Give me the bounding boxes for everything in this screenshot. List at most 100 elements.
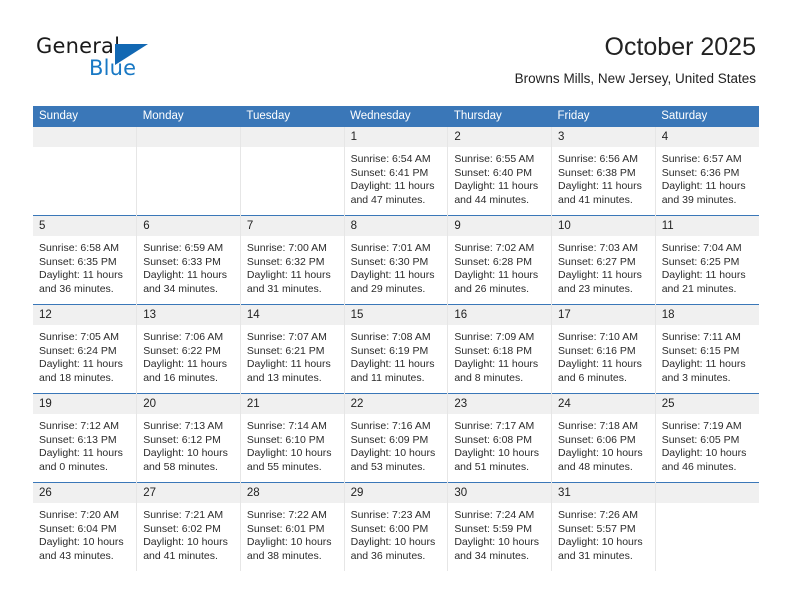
calendar-cell: 26 Sunrise: 7:20 AM Sunset: 6:04 PM Dayligh… [33, 482, 138, 571]
calendar-cell: 11 Sunrise: 7:04 AM Sunset: 6:25 PM Dayligh… [655, 215, 759, 305]
daylight-text: Daylight: 11 hours [246, 269, 331, 282]
calendar-day-28[interactable]: 28 Sunrise: 7:22 AM Sunset: 6:01 PM Dayligh… [240, 483, 344, 571]
day-details: Sunrise: 7:18 AM Sunset: 6:06 PM Daylight:… [552, 414, 655, 474]
daylight-text: and 18 minutes. [39, 371, 114, 384]
sunset-text: Sunset: 6:33 PM [143, 255, 221, 268]
daylight-text: and 39 minutes. [661, 193, 737, 206]
calendar-day-21[interactable]: 21 Sunrise: 7:14 AM Sunset: 6:10 PM Dayligh… [240, 394, 344, 482]
daylight-text: Daylight: 11 hours [558, 358, 642, 371]
calendar-day-20[interactable]: 20 Sunrise: 7:13 AM Sunset: 6:12 PM Dayligh… [137, 394, 240, 482]
sunrise-sunset-calendar: Sunday Monday Tuesday Wednesday Thursday Frid… [33, 106, 759, 571]
day-details: Sunrise: 6:59 AM Sunset: 6:33 PM Daylight:… [137, 236, 240, 296]
daylight-text: Daylight: 11 hours [39, 447, 123, 460]
sunrise-text: Sunrise: 6:55 AM [454, 153, 535, 165]
day-number: 29 [344, 483, 448, 503]
calendar-day-22[interactable]: 22 Sunrise: 7:16 AM Sunset: 6:09 PM Dayligh… [344, 394, 448, 482]
sunset-text: Sunset: 6:28 PM [454, 255, 532, 268]
day-number [240, 127, 344, 147]
daylight-text: Daylight: 10 hours [558, 536, 643, 549]
day-number: 9 [448, 216, 552, 236]
day-details: Sunrise: 7:24 AM Sunset: 5:59 PM Daylight:… [448, 503, 551, 563]
sunrise-text: Sunrise: 7:06 AM [143, 331, 224, 343]
daylight-text: Daylight: 11 hours [350, 358, 435, 371]
calendar-cell: 30 Sunrise: 7:24 AM Sunset: 5:59 PM Dayligh… [447, 482, 553, 571]
calendar-day-30[interactable]: 30 Sunrise: 7:24 AM Sunset: 5:59 PM Dayligh… [448, 483, 552, 571]
sunset-text: Sunset: 6:19 PM [350, 344, 429, 357]
day-details: Sunrise: 7:22 AM Sunset: 6:01 PM Daylight:… [241, 503, 344, 563]
daylight-text: Daylight: 10 hours [558, 447, 643, 460]
calendar-day-3[interactable]: 3 Sunrise: 6:56 AM Sunset: 6:38 PM Daylight… [552, 127, 655, 215]
calendar-day-11[interactable]: 11 Sunrise: 7:04 AM Sunset: 6:25 PM Dayligh… [655, 216, 759, 304]
sunrise-text: Sunrise: 7:20 AM [39, 509, 119, 521]
calendar-day-10[interactable]: 10 Sunrise: 7:03 AM Sunset: 6:27 PM Dayligh… [552, 216, 655, 304]
calendar-cell: 16 Sunrise: 7:09 AM Sunset: 6:18 PM Dayligh… [447, 304, 553, 394]
daylight-text: Daylight: 11 hours [454, 180, 539, 193]
calendar-day-31[interactable]: 31 Sunrise: 7:26 AM Sunset: 5:57 PM Dayligh… [552, 483, 655, 571]
calendar-day-19[interactable]: 19 Sunrise: 7:12 AM Sunset: 6:13 PM Dayligh… [33, 394, 137, 482]
calendar-day-26[interactable]: 26 Sunrise: 7:20 AM Sunset: 6:04 PM Dayligh… [33, 483, 137, 571]
calendar-cell [33, 127, 138, 216]
calendar-week-row: 12 Sunrise: 7:05 AM Sunset: 6:24 PM Dayligh… [33, 304, 759, 394]
day-details: Sunrise: 7:17 AM Sunset: 6:08 PM Daylight:… [448, 414, 551, 474]
daylight-text: and 53 minutes. [350, 460, 426, 473]
calendar-day-9[interactable]: 9 Sunrise: 7:02 AM Sunset: 6:28 PM Daylight… [448, 216, 552, 304]
sunset-text: Sunset: 6:08 PM [454, 433, 532, 446]
calendar-cell: 9 Sunrise: 7:02 AM Sunset: 6:28 PM Daylight… [447, 215, 553, 305]
day-details: Sunrise: 7:11 AM Sunset: 6:15 PM Daylight:… [656, 325, 759, 385]
calendar-day-empty [137, 127, 240, 215]
calendar-day-24[interactable]: 24 Sunrise: 7:18 AM Sunset: 6:06 PM Dayligh… [552, 394, 655, 482]
calendar-day-17[interactable]: 17 Sunrise: 7:10 AM Sunset: 6:16 PM Dayligh… [552, 305, 655, 393]
day-details: Sunrise: 7:08 AM Sunset: 6:19 PM Daylight:… [345, 325, 448, 385]
calendar-day-15[interactable]: 15 Sunrise: 7:08 AM Sunset: 6:19 PM Dayligh… [344, 305, 448, 393]
day-number: 4 [655, 127, 759, 147]
sunrise-text: Sunrise: 7:01 AM [350, 242, 431, 254]
calendar-day-5[interactable]: 5 Sunrise: 6:58 AM Sunset: 6:35 PM Daylight… [33, 216, 137, 304]
daylight-text: Daylight: 11 hours [143, 358, 228, 371]
day-number: 16 [448, 305, 552, 325]
sunrise-text: Sunrise: 7:07 AM [246, 331, 327, 343]
calendar-day-6[interactable]: 6 Sunrise: 6:59 AM Sunset: 6:33 PM Daylight… [137, 216, 240, 304]
sunset-text: Sunset: 6:21 PM [246, 344, 325, 357]
calendar-day-29[interactable]: 29 Sunrise: 7:23 AM Sunset: 6:00 PM Dayligh… [344, 483, 448, 571]
sunrise-text: Sunrise: 7:16 AM [350, 420, 431, 432]
calendar-day-1[interactable]: 1 Sunrise: 6:54 AM Sunset: 6:41 PM Daylight… [344, 127, 448, 215]
sunrise-text: Sunrise: 7:18 AM [558, 420, 638, 432]
calendar-day-12[interactable]: 12 Sunrise: 7:05 AM Sunset: 6:24 PM Dayligh… [33, 305, 137, 393]
calendar-cell: 10 Sunrise: 7:03 AM Sunset: 6:27 PM Dayligh… [551, 215, 656, 305]
calendar-day-13[interactable]: 13 Sunrise: 7:06 AM Sunset: 6:22 PM Dayligh… [137, 305, 240, 393]
sunset-text: Sunset: 6:35 PM [39, 255, 117, 268]
calendar-day-7[interactable]: 7 Sunrise: 7:00 AM Sunset: 6:32 PM Daylight… [240, 216, 344, 304]
calendar-day-18[interactable]: 18 Sunrise: 7:11 AM Sunset: 6:15 PM Dayligh… [655, 305, 759, 393]
calendar-cell: 15 Sunrise: 7:08 AM Sunset: 6:19 PM Dayligh… [344, 304, 449, 394]
calendar-cell: 20 Sunrise: 7:13 AM Sunset: 6:12 PM Dayligh… [136, 393, 241, 483]
sunrise-text: Sunrise: 7:12 AM [39, 420, 119, 432]
calendar-cell [655, 482, 759, 571]
daylight-text: Daylight: 10 hours [143, 447, 228, 460]
daylight-text: and 6 minutes. [558, 371, 627, 384]
sunset-text: Sunset: 6:02 PM [143, 522, 221, 535]
sunset-text: Sunset: 6:05 PM [661, 433, 740, 446]
calendar-day-27[interactable]: 27 Sunrise: 7:21 AM Sunset: 6:02 PM Dayligh… [137, 483, 240, 571]
calendar-day-8[interactable]: 8 Sunrise: 7:01 AM Sunset: 6:30 PM Daylight… [344, 216, 448, 304]
calendar-day-25[interactable]: 25 Sunrise: 7:19 AM Sunset: 6:05 PM Dayligh… [655, 394, 759, 482]
day-number: 7 [240, 216, 344, 236]
calendar-cell: 14 Sunrise: 7:07 AM Sunset: 6:21 PM Dayligh… [240, 304, 345, 394]
daylight-text: and 36 minutes. [39, 282, 114, 295]
calendar-body: 1 Sunrise: 6:54 AM Sunset: 6:41 PM Daylight… [33, 127, 759, 571]
sunrise-text: Sunrise: 7:17 AM [454, 420, 535, 432]
sunset-text: Sunset: 6:40 PM [454, 166, 532, 179]
day-number: 12 [33, 305, 137, 325]
calendar-cell: 4 Sunrise: 6:57 AM Sunset: 6:36 PM Daylight… [655, 127, 759, 216]
day-number [33, 127, 137, 147]
calendar-day-2[interactable]: 2 Sunrise: 6:55 AM Sunset: 6:40 PM Daylight… [448, 127, 552, 215]
daylight-text: and 3 minutes. [661, 371, 731, 384]
location-subtitle: Browns Mills, New Jersey, United States [514, 71, 756, 86]
day-number: 26 [33, 483, 137, 503]
calendar-day-14[interactable]: 14 Sunrise: 7:07 AM Sunset: 6:21 PM Dayligh… [240, 305, 344, 393]
daylight-text: Daylight: 11 hours [661, 358, 746, 371]
calendar-day-23[interactable]: 23 Sunrise: 7:17 AM Sunset: 6:08 PM Dayligh… [448, 394, 552, 482]
calendar-day-16[interactable]: 16 Sunrise: 7:09 AM Sunset: 6:18 PM Dayligh… [448, 305, 552, 393]
general-blue-logo[interactable]: General Blue [36, 34, 256, 86]
calendar-day-4[interactable]: 4 Sunrise: 6:57 AM Sunset: 6:36 PM Daylight… [655, 127, 759, 215]
calendar-page: General Blue October 2025 Browns Mills, … [0, 0, 792, 612]
